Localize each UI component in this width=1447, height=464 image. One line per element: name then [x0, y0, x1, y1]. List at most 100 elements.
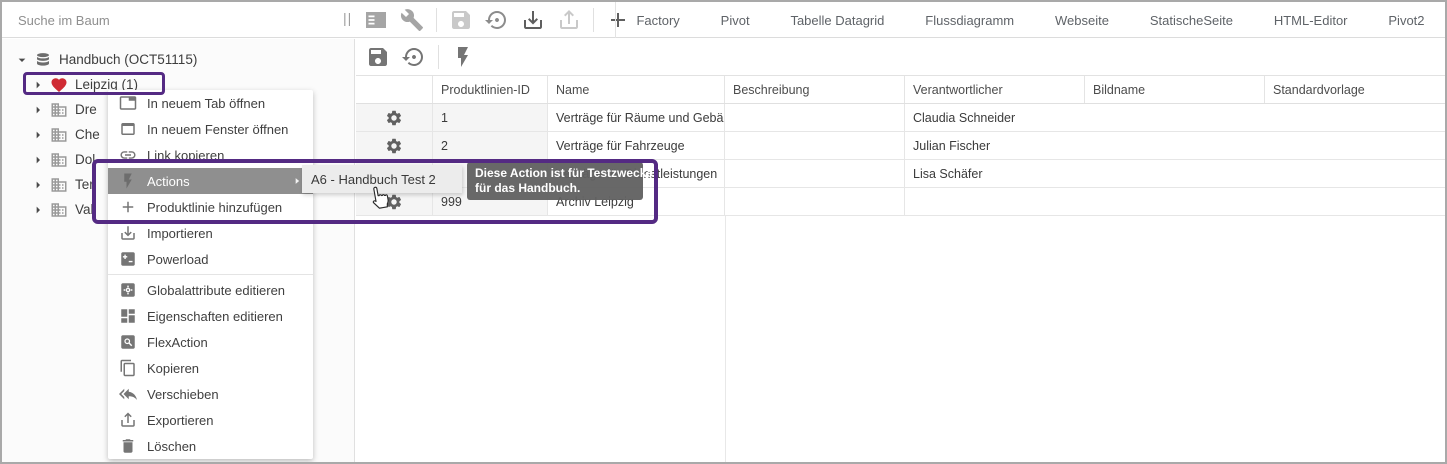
- building-icon: [50, 201, 68, 219]
- tree-node-label[interactable]: Handbuch (OCT51115): [59, 52, 197, 67]
- toolbar-icon[interactable]: [557, 8, 581, 32]
- menu-item-icon: [119, 333, 137, 351]
- cell-verantwortlicher: Claudia Schneider: [905, 104, 1085, 131]
- table-row[interactable]: 1 Verträge für Räume und Gebäude Claudia…: [356, 104, 1445, 132]
- submenu-arrow-icon: [291, 226, 305, 240]
- caret-right-icon[interactable]: [30, 127, 46, 143]
- menu-item-label: Powerload: [147, 252, 208, 267]
- submenu-item-action[interactable]: A6 - Handbuch Test 2: [302, 172, 436, 187]
- column-header-beschreibung[interactable]: Beschreibung: [725, 76, 905, 103]
- caret-right-icon[interactable]: [30, 102, 46, 118]
- column-header-bildname[interactable]: Bildname: [1085, 76, 1265, 103]
- menu-item-label: Kopieren: [147, 361, 199, 376]
- grid-toolbar-icon[interactable]: [402, 45, 426, 69]
- context-menu-item[interactable]: In neuem Tab öffnen: [108, 90, 313, 116]
- column-divider: [725, 216, 726, 462]
- view-tabs: Factory Pivot Tabelle Datagrid Flussdiagram…: [615, 2, 1445, 38]
- menu-item-label: Löschen: [147, 439, 196, 454]
- view-tab[interactable]: Flussdiagramm: [925, 13, 1014, 28]
- cell-standardvorlage: [1265, 104, 1445, 131]
- context-menu-item[interactable]: FlexAction: [108, 329, 313, 355]
- context-menu-item[interactable]: Verschieben: [108, 381, 313, 407]
- tree-node-label[interactable]: Ter: [75, 177, 94, 192]
- toolbar-icon[interactable]: [485, 8, 509, 32]
- context-menu-item[interactable]: Löschen: [108, 433, 313, 459]
- caret-right-icon[interactable]: [30, 152, 46, 168]
- context-menu-item[interactable]: Produktlinie hinzufügen: [108, 194, 313, 220]
- database-icon: [34, 51, 52, 69]
- toolbar-icon[interactable]: [436, 8, 437, 32]
- context-menu-item[interactable]: In neuem Fenster öffnen: [108, 116, 313, 142]
- view-tab[interactable]: HTML-Editor: [1274, 13, 1348, 28]
- table-row[interactable]: 999 Archiv Leipzig: [356, 188, 1445, 216]
- menu-item-label: Produktlinie hinzufügen: [147, 200, 282, 215]
- cell-bildname: [1085, 188, 1265, 215]
- tree-node-label[interactable]: Val: [75, 202, 94, 217]
- menu-item-label: Globalattribute editieren: [147, 283, 285, 298]
- column-header-standardvorlage[interactable]: Standardvorlage: [1265, 76, 1445, 103]
- tree-node-label[interactable]: Dol: [75, 152, 95, 167]
- toolbar-icon[interactable]: [521, 8, 545, 32]
- toolbar-icon[interactable]: [593, 8, 594, 32]
- view-tab[interactable]: StatischeSeite: [1150, 13, 1233, 28]
- view-tab[interactable]: Pivot2: [1388, 13, 1424, 28]
- tree-node-root[interactable]: Handbuch (OCT51115): [2, 47, 354, 72]
- cell-name: Verträge für Räume und Gebäude: [548, 104, 725, 131]
- menu-item-icon: [119, 250, 137, 268]
- context-menu: In neuem Tab öffnen In neuem Fenster öff…: [108, 90, 313, 459]
- row-settings-gear-icon[interactable]: [385, 109, 403, 127]
- submenu-arrow-icon: [291, 387, 305, 401]
- context-menu-item[interactable]: Powerload: [108, 246, 313, 272]
- search-input[interactable]: [16, 7, 306, 33]
- context-menu-item[interactable]: Globalattribute editieren: [108, 277, 313, 303]
- grid-toolbar-icon[interactable]: [438, 45, 439, 69]
- cell-beschreibung: [725, 104, 905, 131]
- toolbar-icon[interactable]: [400, 8, 424, 32]
- context-menu-item[interactable]: Kopieren: [108, 355, 313, 381]
- top-toolbar: || FactoryPivotTabelle: [2, 2, 1445, 38]
- table-row[interactable]: 2 Verträge für Fahrzeuge Julian Fischer: [356, 132, 1445, 160]
- column-header-verantwortlicher[interactable]: Verantwortlicher: [905, 76, 1085, 103]
- submenu-arrow-icon: [291, 200, 305, 214]
- toolbar-icon[interactable]: [364, 8, 388, 32]
- grid-toolbar-icon[interactable]: [366, 45, 390, 69]
- menu-item-icon: [119, 120, 137, 138]
- context-menu-item[interactable]: Importieren: [108, 220, 313, 246]
- grid-toolbar-icon[interactable]: [451, 45, 475, 69]
- caret-right-icon[interactable]: [30, 202, 46, 218]
- toolbar-icon[interactable]: [449, 8, 473, 32]
- view-tab[interactable]: Webseite: [1055, 13, 1109, 28]
- cell-standardvorlage: [1265, 160, 1445, 187]
- column-header-name[interactable]: Name: [548, 76, 725, 103]
- grid-toolbar: [356, 39, 1445, 76]
- caret-right-icon[interactable]: [30, 177, 46, 193]
- table-row[interactable]: Verträge für Dienstleistungen Lisa Schäf…: [356, 160, 1445, 188]
- menu-item-label: Exportieren: [147, 413, 213, 428]
- table-body: 1 Verträge für Räume und Gebäude Claudia…: [356, 104, 1445, 216]
- splitter-handle[interactable]: ||: [343, 10, 352, 26]
- caret-down-icon[interactable]: [14, 52, 30, 68]
- row-settings-gear-icon[interactable]: [385, 193, 403, 211]
- row-settings-gear-icon[interactable]: [385, 137, 403, 155]
- view-tab[interactable]: Tabelle Datagrid: [790, 13, 884, 28]
- context-menu-item[interactable]: Exportieren: [108, 407, 313, 433]
- menu-item-label: In neuem Tab öffnen: [147, 96, 265, 111]
- cell-name: Archiv Leipzig: [548, 188, 725, 215]
- submenu-arrow-icon: [291, 283, 305, 297]
- caret-right-icon[interactable]: [30, 77, 46, 93]
- submenu-arrow-icon: [291, 335, 305, 349]
- menu-item-label: FlexAction: [147, 335, 208, 350]
- context-menu-item[interactable]: Eigenschaften editieren: [108, 303, 313, 329]
- submenu-arrow-icon: [291, 96, 305, 110]
- tree-node-label[interactable]: Che: [75, 127, 100, 142]
- context-menu-item[interactable]: Actions: [108, 168, 313, 194]
- column-header-actions[interactable]: [356, 76, 433, 103]
- context-menu-item[interactable]: Link kopieren: [108, 142, 313, 168]
- column-header-produktlinien-id[interactable]: Produktlinien-ID: [433, 76, 548, 103]
- view-tab[interactable]: Factory: [636, 13, 679, 28]
- cell-beschreibung: [725, 132, 905, 159]
- menu-item-icon: [119, 385, 137, 403]
- tree-node-label[interactable]: Dre: [75, 102, 97, 117]
- context-menu-item[interactable]: [108, 274, 313, 275]
- view-tab[interactable]: Pivot: [721, 13, 750, 28]
